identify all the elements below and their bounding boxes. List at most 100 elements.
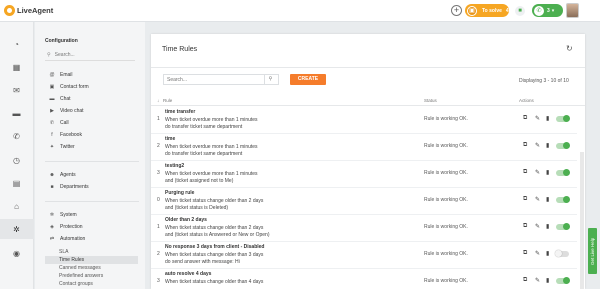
rule-enabled-toggle[interactable] bbox=[555, 250, 569, 257]
edit-icon[interactable]: ✎ bbox=[535, 196, 540, 203]
delete-icon[interactable]: ▮ bbox=[546, 250, 549, 257]
rule-name[interactable]: auto resolve 4 days bbox=[165, 271, 211, 277]
rules-search-input[interactable] bbox=[164, 76, 264, 83]
table-row[interactable]: 2 time When ticket overdue more than 1 min… bbox=[151, 134, 577, 161]
search-icon[interactable]: ⚲ bbox=[264, 75, 276, 84]
rule-name[interactable]: No response 3 days from client - Disable… bbox=[165, 244, 264, 250]
table-row[interactable]: 1 Older than 2 days When ticket status cha… bbox=[151, 215, 577, 242]
sidebar-subitem-time-rules[interactable]: Time Rules bbox=[45, 256, 138, 264]
rule-enabled-toggle[interactable] bbox=[556, 223, 570, 230]
rule-status: Rule is working OK. bbox=[424, 251, 468, 257]
plugins-icon[interactable]: ◉ bbox=[11, 248, 22, 259]
rules-search[interactable]: ⚲ bbox=[163, 74, 279, 85]
facebook-icon: f bbox=[51, 131, 53, 138]
chat-rail-icon[interactable]: ▬ bbox=[11, 108, 22, 119]
delete-icon[interactable]: ▮ bbox=[546, 142, 549, 149]
rule-action: do transfer ticket same department bbox=[165, 151, 243, 157]
sidebar-item-video-chat[interactable]: ▶ Video chat bbox=[48, 106, 84, 115]
scrollbar[interactable] bbox=[580, 152, 584, 289]
call-icon[interactable]: ✆ bbox=[11, 131, 22, 142]
table-row[interactable]: 3 testing2 When ticket overdue more than 1… bbox=[151, 161, 577, 188]
edit-icon[interactable]: ✎ bbox=[535, 115, 540, 122]
copy-icon[interactable]: ⧉ bbox=[523, 250, 527, 257]
rule-name[interactable]: testing2 bbox=[165, 163, 184, 169]
edit-icon[interactable]: ✎ bbox=[535, 250, 540, 257]
add-button[interactable]: + bbox=[451, 5, 462, 16]
edit-icon[interactable]: ✎ bbox=[535, 223, 540, 230]
delete-icon[interactable]: ▮ bbox=[546, 169, 549, 176]
create-button[interactable]: CREATE bbox=[290, 74, 326, 85]
reports-icon[interactable]: ◷ bbox=[11, 155, 22, 166]
sidebar-item-call[interactable]: ✆ Call bbox=[48, 118, 69, 127]
rule-order: 2 bbox=[157, 143, 160, 149]
rule-name[interactable]: Purging rule bbox=[165, 190, 194, 196]
sidebar-item-system[interactable]: ✲ System bbox=[48, 210, 77, 219]
tickets-grid-icon[interactable]: ▦ bbox=[11, 62, 22, 73]
rule-order: 0 bbox=[157, 197, 160, 203]
gear-icon[interactable]: ✲ bbox=[11, 224, 22, 235]
delete-icon[interactable]: ▮ bbox=[546, 115, 549, 122]
table-row[interactable]: 3 auto resolve 4 days When ticket status c… bbox=[151, 269, 577, 289]
sidebar-item-contact-form[interactable]: ▣ Contact form bbox=[48, 82, 89, 91]
sidebar-divider bbox=[45, 161, 139, 162]
sort-arrow-icon[interactable]: ↓ bbox=[157, 98, 159, 103]
sidebar-item-agents[interactable]: ☻ Agents bbox=[48, 170, 75, 179]
rule-name[interactable]: time transfer bbox=[165, 109, 195, 115]
copy-icon[interactable]: ⧉ bbox=[523, 223, 527, 230]
table-row[interactable]: 0 Purging rule When ticket status change o… bbox=[151, 188, 577, 215]
edit-icon[interactable]: ✎ bbox=[535, 142, 540, 149]
sidebar-item-protection[interactable]: ◈ Protection bbox=[48, 222, 82, 231]
rule-enabled-toggle[interactable] bbox=[556, 169, 570, 176]
delete-icon[interactable]: ▮ bbox=[546, 223, 549, 230]
rule-name[interactable]: time bbox=[165, 136, 175, 142]
rule-enabled-toggle[interactable] bbox=[556, 115, 570, 122]
sidebar-subitem-canned-messages[interactable]: Canned messages bbox=[59, 264, 101, 272]
sidebar-subitem-sla[interactable]: SLA bbox=[59, 248, 68, 256]
table-row[interactable]: 1 time transfer When ticket overdue more t… bbox=[151, 107, 577, 134]
dashboard-icon[interactable]: ◔ bbox=[11, 39, 22, 50]
sidebar-subitem-predefined-answers[interactable]: Predefined answers bbox=[59, 272, 103, 280]
contacts-icon[interactable]: ▤ bbox=[11, 178, 22, 189]
copy-icon[interactable]: ⧉ bbox=[523, 142, 527, 149]
rule-order: 1 bbox=[157, 224, 160, 230]
mail-icon[interactable]: ✉ bbox=[11, 85, 22, 96]
sidebar-item-label: Contact form bbox=[60, 83, 89, 90]
get-live-help-tab[interactable]: Get Live Help bbox=[588, 228, 597, 274]
rule-enabled-toggle[interactable] bbox=[556, 277, 570, 284]
sidebar-search[interactable]: ⚲ bbox=[45, 50, 135, 61]
column-header-rule[interactable]: Rule bbox=[163, 98, 172, 103]
table-row[interactable]: 2 No response 3 days from client - Disabl… bbox=[151, 242, 577, 269]
rule-name[interactable]: Older than 2 days bbox=[165, 217, 207, 223]
edit-icon[interactable]: ✎ bbox=[535, 277, 540, 284]
sidebar-item-label: Departments bbox=[60, 183, 89, 190]
rule-action: do transfer ticket same department bbox=[165, 124, 243, 130]
sidebar-item-email[interactable]: @ Email bbox=[48, 70, 72, 79]
sidebar-item-facebook[interactable]: f Facebook bbox=[48, 130, 82, 139]
delete-icon[interactable]: ▮ bbox=[546, 196, 549, 203]
rule-enabled-toggle[interactable] bbox=[556, 142, 570, 149]
sidebar-item-chat[interactable]: ▬ Chat bbox=[48, 94, 71, 103]
shield-icon: ◈ bbox=[50, 223, 54, 230]
delete-icon[interactable]: ▮ bbox=[546, 277, 549, 284]
copy-icon[interactable]: ⧉ bbox=[523, 196, 527, 203]
user-avatar[interactable] bbox=[566, 3, 579, 18]
sidebar-item-label: Video chat bbox=[60, 107, 84, 114]
agent-status-toggle[interactable]: ✆ 3 ▾ bbox=[532, 4, 563, 17]
chat-icon[interactable]: ■ bbox=[515, 6, 525, 16]
to-solve-button[interactable]: ▣ To solve 4 bbox=[465, 4, 509, 17]
sidebar-search-input[interactable] bbox=[54, 52, 125, 58]
sidebar-item-twitter[interactable]: ✦ Twitter bbox=[48, 142, 75, 151]
rule-action: and (ticket status is Deleted) bbox=[165, 205, 229, 211]
edit-icon[interactable]: ✎ bbox=[535, 169, 540, 176]
copy-icon[interactable]: ⧉ bbox=[523, 115, 527, 122]
copy-icon[interactable]: ⧉ bbox=[523, 169, 527, 176]
rule-enabled-toggle[interactable] bbox=[556, 196, 570, 203]
sidebar-item-departments[interactable]: ■ Departments bbox=[48, 182, 89, 191]
knowledgebase-icon[interactable]: ⌂ bbox=[11, 201, 22, 212]
app-logo[interactable]: LiveAgent bbox=[4, 5, 53, 16]
refresh-icon[interactable]: ↻ bbox=[566, 44, 573, 53]
sidebar-item-automation[interactable]: ⇄ Automation bbox=[48, 234, 85, 243]
phone-status-icon: ✆ bbox=[534, 5, 544, 16]
copy-icon[interactable]: ⧉ bbox=[523, 277, 527, 284]
sidebar-subitem-contact-groups[interactable]: Contact groups bbox=[59, 280, 93, 288]
